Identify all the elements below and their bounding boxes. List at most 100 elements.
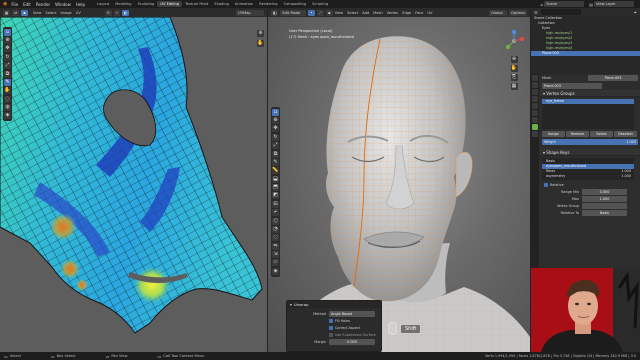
- tab-layout[interactable]: Layout: [94, 1, 112, 7]
- move-icon[interactable]: ✥: [272, 125, 279, 133]
- vertex-select-icon[interactable]: •: [308, 9, 315, 16]
- shape-key-asymmetry[interactable]: asymmetry 1.000: [542, 174, 634, 179]
- uv-menu-view[interactable]: View: [33, 11, 42, 15]
- tab-scripting[interactable]: Scripting: [309, 1, 331, 7]
- object-tab-icon[interactable]: [532, 110, 538, 116]
- move-icon[interactable]: ✥: [4, 45, 11, 53]
- spin-icon[interactable]: ◔: [272, 225, 279, 233]
- select-box-icon[interactable]: ▫: [272, 108, 279, 116]
- correct-aspect-checkbox[interactable]: [329, 325, 333, 330]
- range-min-field[interactable]: 0.000: [582, 188, 627, 195]
- collapse-arrow-icon[interactable]: ▾: [290, 302, 292, 307]
- use-subsurf-checkbox[interactable]: [329, 332, 333, 337]
- transform-icon[interactable]: ⧉: [4, 70, 11, 78]
- margin-field[interactable]: 0.000: [329, 338, 375, 345]
- transform-orientation[interactable]: Global: [489, 9, 508, 16]
- axis-gizmo-icon[interactable]: [502, 29, 526, 53]
- select-button[interactable]: Select: [590, 131, 613, 137]
- zoom-icon[interactable]: ⊕: [510, 56, 518, 63]
- deselect-button[interactable]: Deselect: [614, 131, 637, 137]
- rip-region-icon[interactable]: ◈: [272, 267, 279, 275]
- shrink-icon[interactable]: ⇲: [272, 251, 279, 259]
- uv-pivot-icon[interactable]: ⊙: [104, 9, 112, 16]
- cursor-icon[interactable]: ⊕: [4, 37, 11, 45]
- tab-shading[interactable]: Shading: [211, 1, 232, 7]
- pinch-icon[interactable]: ◍: [4, 104, 11, 112]
- menu-render[interactable]: Render: [36, 2, 50, 7]
- uv-menu-image[interactable]: Image: [60, 11, 71, 15]
- camera-icon[interactable]: ⎘: [510, 74, 518, 81]
- remove-button[interactable]: Remove: [566, 131, 589, 137]
- mesh-name-field[interactable]: Plane.003: [542, 83, 602, 89]
- vp-menu-face[interactable]: Face: [415, 11, 423, 15]
- material-tab-icon[interactable]: [532, 131, 538, 137]
- tab-sculpting[interactable]: Sculpting: [135, 1, 158, 7]
- unwrap-panel-header[interactable]: ▾ Unwrap: [287, 301, 381, 308]
- grid-icon[interactable]: ▦: [510, 83, 518, 90]
- outliner-editor-icon[interactable]: ☰: [534, 10, 538, 15]
- vp-menu-add[interactable]: Add: [362, 11, 369, 15]
- shape-keys-panel[interactable]: ▾ Shape Keys: [540, 149, 640, 156]
- pan-hand-icon[interactable]: ✋: [510, 65, 518, 72]
- vertex-group-field[interactable]: [582, 202, 627, 209]
- vp-menu-edge[interactable]: Edge: [402, 11, 411, 15]
- rotate-icon[interactable]: ↻: [4, 53, 11, 61]
- vp-menu-mesh[interactable]: Mesh: [373, 11, 382, 15]
- scene-tab-icon[interactable]: [532, 96, 538, 102]
- menu-window[interactable]: Window: [55, 2, 71, 7]
- uv-view-mode-icon[interactable]: ◐: [121, 9, 130, 16]
- menu-edit[interactable]: Edit: [23, 2, 31, 7]
- mesh-data-tab-icon[interactable]: [532, 124, 538, 130]
- world-tab-icon[interactable]: [532, 103, 538, 109]
- menu-help[interactable]: Help: [76, 2, 85, 7]
- select-box-icon[interactable]: ▫: [4, 28, 11, 36]
- assign-button[interactable]: Assign: [542, 131, 565, 137]
- shear-icon[interactable]: ▱: [272, 259, 279, 267]
- pan-hand-icon[interactable]: ✋: [257, 40, 264, 48]
- outliner-item-plane[interactable]: Plane.003: [531, 51, 640, 56]
- uv-map-selector[interactable]: UVMap: [236, 9, 264, 16]
- transform-icon[interactable]: ⧉: [272, 150, 279, 158]
- relax-icon[interactable]: ◌: [4, 95, 11, 103]
- scale-icon[interactable]: ⤢: [4, 62, 11, 70]
- tab-compositing[interactable]: Compositing: [281, 1, 310, 7]
- tool-tab-icon[interactable]: [532, 75, 538, 81]
- uv-menu-select[interactable]: Select: [45, 11, 56, 15]
- uv-snap-icon[interactable]: ⌖: [113, 9, 120, 16]
- tab-uv-editing[interactable]: UV Editing: [157, 1, 183, 7]
- zoom-icon[interactable]: ⊕: [257, 29, 264, 37]
- tab-animation[interactable]: Animation: [232, 1, 256, 7]
- vp-menu-uv[interactable]: UV: [427, 11, 432, 15]
- rip-icon[interactable]: ◈: [4, 112, 11, 120]
- menu-file[interactable]: File: [11, 2, 18, 7]
- rotate-icon[interactable]: ↻: [272, 133, 279, 141]
- bevel-icon[interactable]: ◩: [272, 192, 279, 200]
- cursor-icon[interactable]: ⊕: [272, 117, 279, 125]
- uv-sync-icon[interactable]: ⇄: [12, 9, 20, 16]
- poly-build-icon[interactable]: ⬡: [272, 217, 279, 225]
- method-dropdown[interactable]: Angle Based: [329, 310, 375, 317]
- extrude-icon[interactable]: ⬓: [272, 175, 279, 183]
- inset-icon[interactable]: ⬒: [272, 184, 279, 192]
- tab-rendering[interactable]: Rendering: [256, 1, 280, 7]
- mode-selector[interactable]: Edit Mode: [280, 9, 307, 16]
- scene-selector[interactable]: Scene: [544, 1, 585, 7]
- annotate-icon[interactable]: ✎: [272, 158, 279, 166]
- scale-icon[interactable]: ⤢: [272, 142, 279, 150]
- tab-texture-paint[interactable]: Texture Paint: [182, 1, 211, 7]
- knife-icon[interactable]: ⌿: [272, 209, 279, 217]
- vertex-groups-panel[interactable]: ▾ Vertex Groups: [540, 90, 640, 97]
- tab-modeling[interactable]: Modeling: [112, 1, 134, 7]
- edge-select-icon[interactable]: ／: [316, 9, 325, 16]
- vp-menu-vertex[interactable]: Vertex: [387, 11, 399, 15]
- annotate-icon[interactable]: ✎: [4, 78, 11, 86]
- outliner-search-input[interactable]: [540, 9, 581, 15]
- relative-checkbox[interactable]: [544, 183, 548, 187]
- filter-icon[interactable]: ⏷: [634, 10, 637, 15]
- uv-editor-canvas[interactable]: ▫ ⊕ ✥ ↻ ⤢ ⧉ ✎ ✋ ◌ ◍ ◈ ⊕ ✋: [0, 17, 267, 352]
- fill-holes-checkbox[interactable]: [329, 318, 333, 323]
- grab-icon[interactable]: ✋: [4, 87, 11, 95]
- smooth-icon[interactable]: ◌: [272, 234, 279, 242]
- max-field[interactable]: 1.000: [582, 195, 627, 202]
- object-name-field[interactable]: Plane.003: [588, 75, 638, 81]
